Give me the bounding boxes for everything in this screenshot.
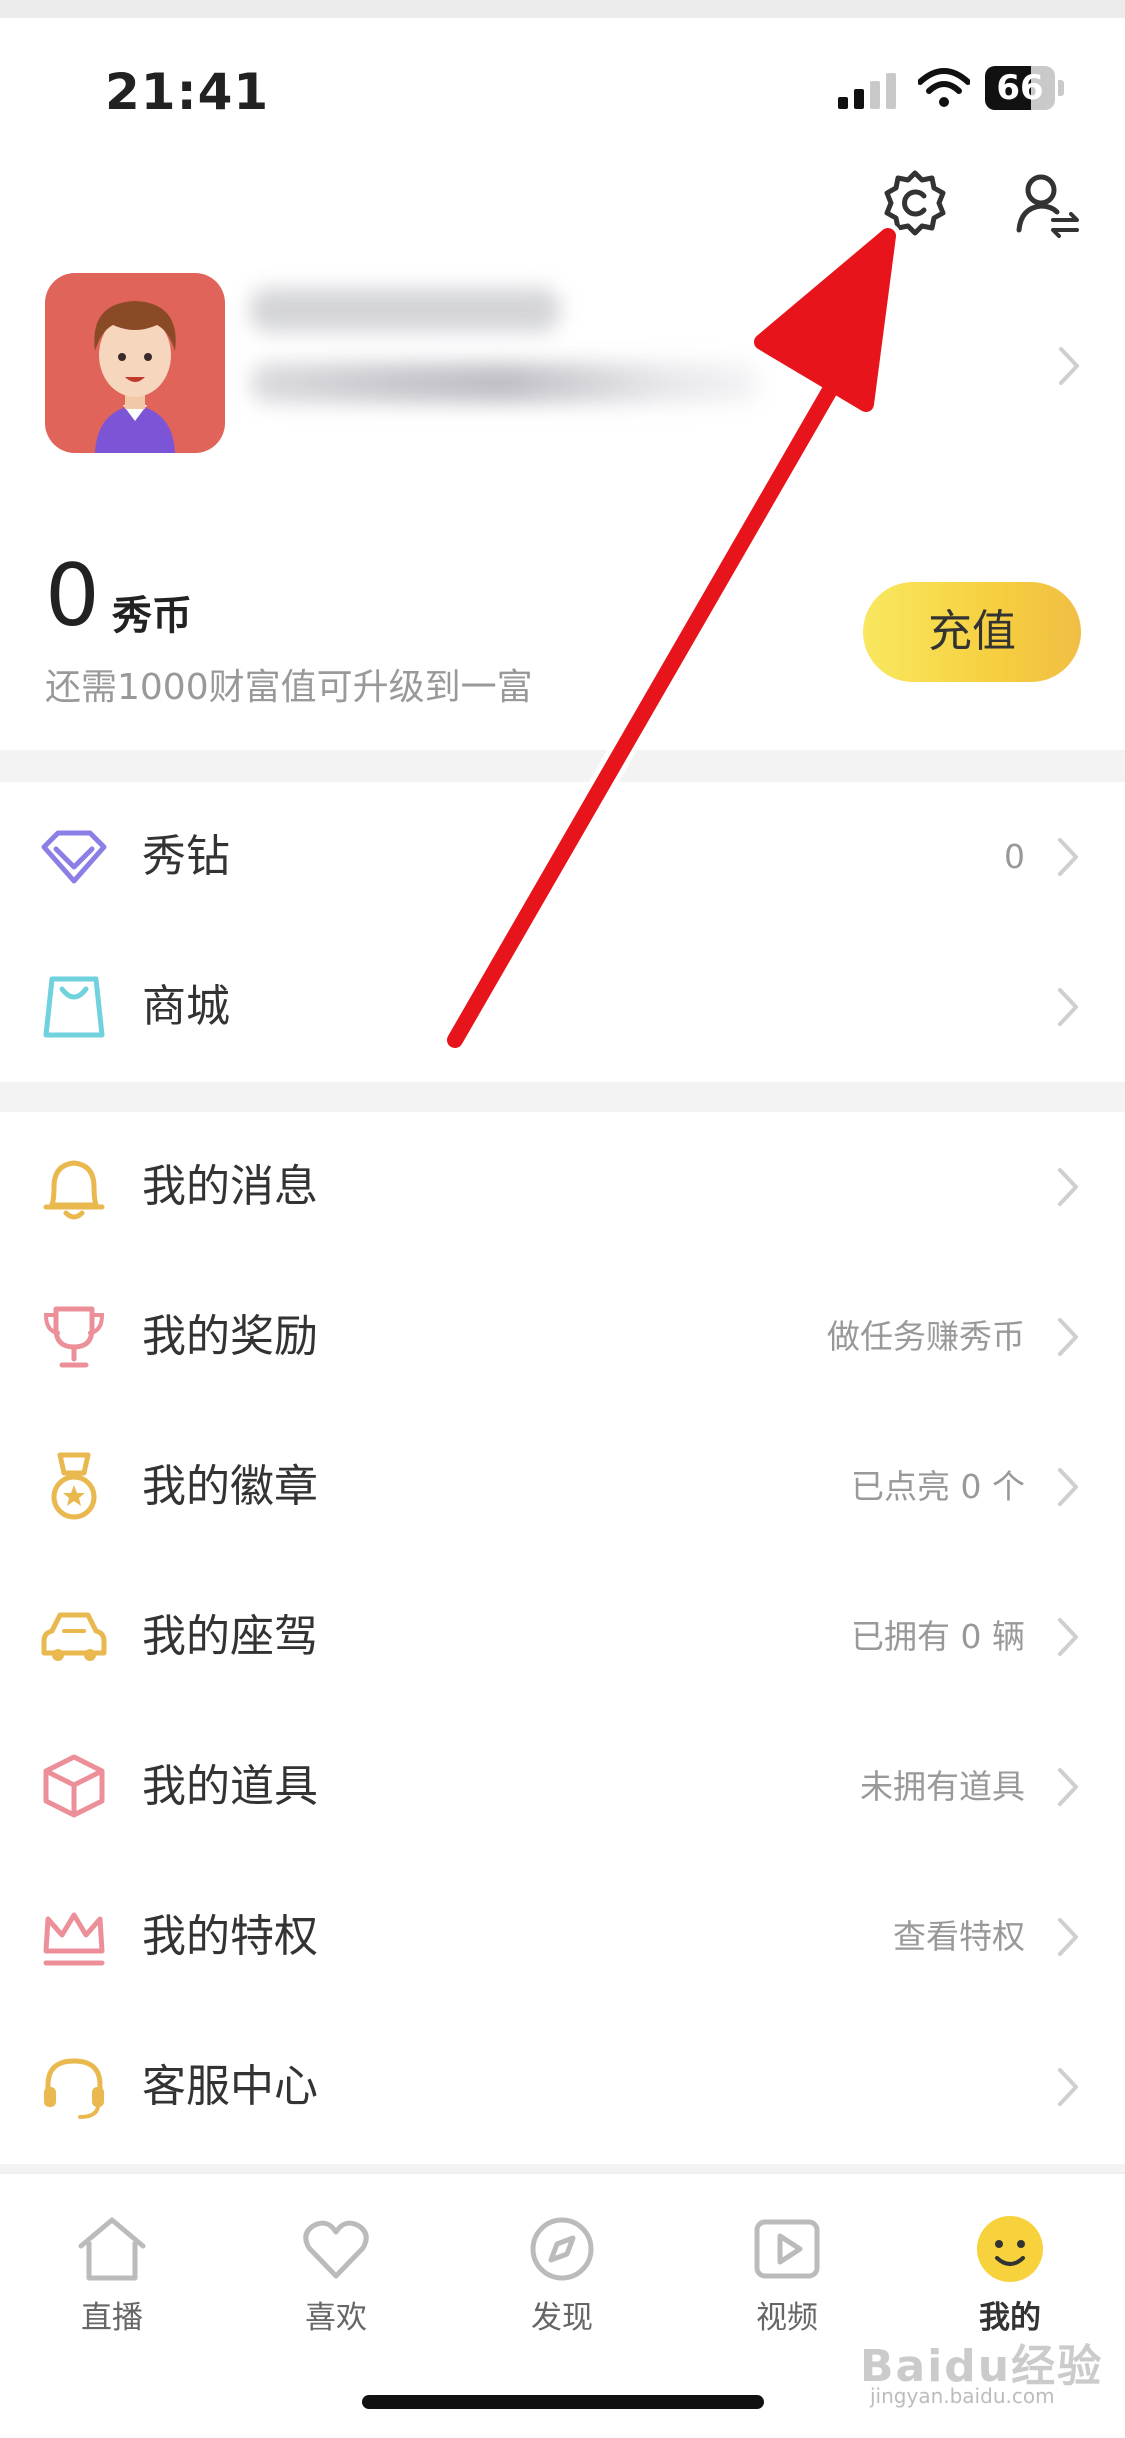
video-icon (754, 2219, 820, 2279)
heart-icon (303, 2220, 369, 2279)
switch-account-icon[interactable] (1013, 168, 1083, 238)
car-icon (41, 1612, 107, 1661)
menu-row-vehicles[interactable]: 我的座驾 已拥有 0 辆 (0, 1562, 1125, 1712)
menu-value: 已拥有 0 辆 (851, 1617, 1025, 1656)
chevron-right-icon (1058, 1618, 1078, 1656)
headset-icon (44, 2058, 104, 2119)
menu-label: 我的徽章 (142, 1461, 318, 1512)
wallet-menu-group: 秀钻 0 商城 (0, 782, 1125, 1082)
cellular-signal-icon (838, 73, 896, 109)
menu-row-privileges[interactable]: 我的特权 查看特权 (0, 1862, 1125, 2012)
menu-value: 查看特权 (893, 1917, 1025, 1956)
menu-value: 0 (1004, 837, 1025, 876)
menu-label: 我的座驾 (142, 1611, 318, 1662)
menu-label: 秀钻 (142, 831, 230, 882)
coin-unit: 秀币 (112, 593, 192, 639)
menu-label: 我的特权 (142, 1911, 318, 1962)
menu-row-rewards[interactable]: 我的奖励 做任务赚秀币 (0, 1262, 1125, 1412)
tab-discover[interactable]: 发现 (492, 2214, 632, 2336)
chevron-right-icon (1058, 1318, 1078, 1356)
menu-row-mall[interactable]: 商城 (0, 932, 1125, 1082)
tab-favorites[interactable]: 喜欢 (266, 2214, 406, 2336)
wealth-level-hint: 还需1000财富值可升级到一富 (45, 667, 533, 708)
tab-me[interactable]: 我的 (940, 2214, 1080, 2336)
tab-label: 直播 (81, 2300, 143, 2336)
avatar[interactable] (45, 273, 225, 453)
menu-label: 商城 (142, 981, 230, 1032)
chevron-right-icon (1058, 838, 1078, 876)
wifi-icon (918, 68, 970, 107)
chevron-right-icon (1058, 1168, 1078, 1206)
chevron-right-icon (1058, 988, 1078, 1026)
personal-menu-group: 我的消息 我的奖励 做任务赚秀币 我的徽章 已点亮 0 个 我的座驾 已拥有 0… (0, 1112, 1125, 2164)
menu-row-messages[interactable]: 我的消息 (0, 1112, 1125, 1262)
diamond-icon (41, 830, 107, 884)
battery-indicator: 66 (985, 66, 1065, 110)
coin-balance: 0 (45, 546, 100, 646)
menu-label: 客服中心 (142, 2061, 318, 2112)
menu-row-diamond[interactable]: 秀钻 0 (0, 782, 1125, 932)
profile-chevron-icon[interactable] (1058, 346, 1080, 386)
username-blurred (250, 288, 560, 332)
smiley-icon (977, 2216, 1043, 2282)
medal-icon (51, 1452, 97, 1520)
watermark-url: jingyan.baidu.com (870, 2384, 1055, 2408)
tab-label: 喜欢 (305, 2300, 367, 2336)
menu-row-badges[interactable]: 我的徽章 已点亮 0 个 (0, 1412, 1125, 1562)
chevron-right-icon (1058, 1468, 1078, 1506)
chevron-right-icon (1058, 1918, 1078, 1956)
compass-icon (530, 2217, 594, 2281)
tab-label: 发现 (531, 2300, 593, 2336)
profile-page: 21:41 66 0 秀币 还需1000财富值可升级到一富 充值 秀钻 0 商城… (0, 18, 1125, 2436)
box-icon (43, 1754, 105, 1818)
user-id-blurred (250, 363, 760, 403)
chevron-right-icon (1058, 1768, 1078, 1806)
tab-label: 视频 (756, 2300, 818, 2336)
trophy-icon (43, 1306, 105, 1368)
settings-icon[interactable] (880, 168, 950, 238)
status-time: 21:41 (105, 63, 270, 121)
battery-percent: 66 (996, 68, 1044, 108)
menu-row-props[interactable]: 我的道具 未拥有道具 (0, 1712, 1125, 1862)
top-strip (0, 0, 1125, 18)
menu-value: 已点亮 0 个 (851, 1467, 1025, 1506)
menu-row-customer-service[interactable]: 客服中心 (0, 2012, 1125, 2162)
profile-header: 0 秀币 还需1000财富值可升级到一富 充值 (0, 158, 1125, 750)
bell-icon (43, 1160, 105, 1220)
tab-video[interactable]: 视频 (717, 2214, 857, 2336)
menu-label: 我的奖励 (142, 1311, 318, 1362)
menu-label: 我的消息 (142, 1161, 318, 1212)
menu-value: 未拥有道具 (860, 1767, 1025, 1806)
chevron-right-icon (1058, 2068, 1078, 2106)
menu-value: 做任务赚秀币 (827, 1317, 1025, 1356)
home-indicator[interactable] (362, 2395, 764, 2409)
crown-icon (43, 1912, 105, 1966)
tab-live[interactable]: 直播 (42, 2214, 182, 2336)
shopping-bag-icon (43, 976, 105, 1038)
recharge-button[interactable]: 充值 (863, 582, 1081, 682)
home-icon (78, 2217, 146, 2281)
status-bar: 21:41 66 (0, 18, 1125, 158)
menu-label: 我的道具 (142, 1761, 318, 1812)
